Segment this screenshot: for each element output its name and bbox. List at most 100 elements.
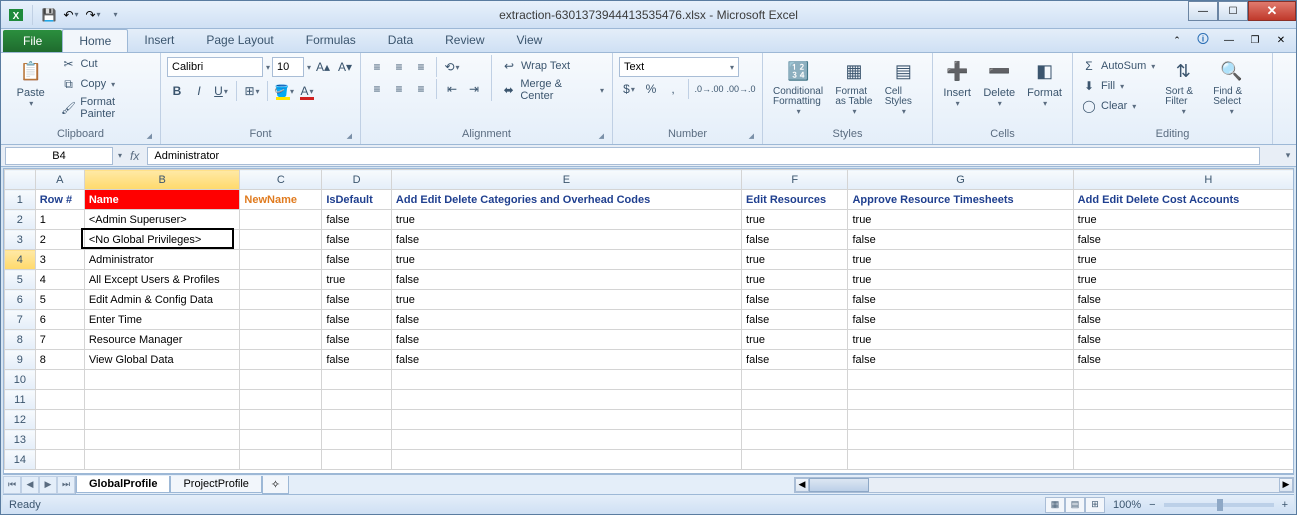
save-icon[interactable]: 💾 (40, 6, 58, 24)
cell[interactable]: Administrator (84, 250, 240, 270)
cell[interactable] (84, 430, 240, 450)
hscroll-left-icon[interactable]: ◀ (795, 478, 809, 492)
col-header-E[interactable]: E (391, 170, 741, 190)
zoom-level[interactable]: 100% (1113, 499, 1141, 511)
align-bottom-icon[interactable]: ≡ (411, 57, 431, 77)
row-header-10[interactable]: 10 (5, 370, 36, 390)
col-header-B[interactable]: B (84, 170, 240, 190)
increase-indent-icon[interactable]: ⇥ (464, 79, 484, 99)
cell-styles-button[interactable]: ▤Cell Styles▾ (881, 55, 926, 118)
font-size-input[interactable] (272, 57, 304, 77)
cell[interactable]: false (322, 210, 392, 230)
redo-icon[interactable]: ↷▾ (84, 6, 102, 24)
cell[interactable] (322, 430, 392, 450)
cell[interactable] (322, 370, 392, 390)
row-header-12[interactable]: 12 (5, 410, 36, 430)
copy-button[interactable]: ⧉Copy▾ (58, 75, 154, 93)
cell[interactable]: 4 (35, 270, 84, 290)
normal-view-icon[interactable]: ▦ (1045, 497, 1065, 513)
font-name-input[interactable] (167, 57, 263, 77)
cell[interactable]: All Except Users & Profiles (84, 270, 240, 290)
file-tab[interactable]: File (3, 30, 62, 52)
sort-filter-button[interactable]: ⇅Sort & Filter▾ (1161, 55, 1205, 118)
fill-button[interactable]: ⬇Fill▾ (1079, 77, 1157, 95)
tab-review[interactable]: Review (429, 29, 500, 52)
cell[interactable] (84, 450, 240, 470)
format-cells-button[interactable]: ◧Format▾ (1023, 55, 1066, 110)
tab-nav-first-icon[interactable]: ⏮ (3, 476, 21, 494)
cell[interactable]: 1 (35, 210, 84, 230)
row-header-2[interactable]: 2 (5, 210, 36, 230)
row-header-8[interactable]: 8 (5, 330, 36, 350)
col-header-H[interactable]: H (1073, 170, 1294, 190)
row-header-11[interactable]: 11 (5, 390, 36, 410)
cell[interactable] (1073, 410, 1294, 430)
cell[interactable] (240, 390, 322, 410)
tab-nav-prev-icon[interactable]: ◀ (21, 476, 39, 494)
cell[interactable]: IsDefault (322, 190, 392, 210)
cell[interactable]: true (848, 330, 1073, 350)
cell[interactable]: 5 (35, 290, 84, 310)
cell[interactable]: false (1073, 310, 1294, 330)
increase-decimal-icon[interactable]: .0→.00 (694, 79, 724, 99)
sheet-tab-globalprofile[interactable]: GlobalProfile (76, 476, 170, 493)
cell[interactable]: 6 (35, 310, 84, 330)
cell[interactable] (84, 370, 240, 390)
align-top-icon[interactable]: ≡ (367, 57, 387, 77)
cell[interactable]: false (1073, 230, 1294, 250)
cell[interactable] (742, 410, 848, 430)
cell[interactable]: true (742, 250, 848, 270)
cell[interactable] (240, 350, 322, 370)
cell[interactable] (84, 410, 240, 430)
cell[interactable]: <No Global Privileges> (84, 230, 240, 250)
orientation-icon[interactable]: ⟲▾ (442, 57, 462, 77)
cut-button[interactable]: ✂Cut (58, 55, 154, 73)
tab-nav-last-icon[interactable]: ⏭ (57, 476, 75, 494)
col-header-A[interactable]: A (35, 170, 84, 190)
col-header-C[interactable]: C (240, 170, 322, 190)
number-format-select[interactable]: Text▾ (619, 57, 739, 77)
cell[interactable]: false (322, 350, 392, 370)
cell[interactable]: false (391, 350, 741, 370)
col-header-D[interactable]: D (322, 170, 392, 190)
row-header-7[interactable]: 7 (5, 310, 36, 330)
cell[interactable]: true (1073, 210, 1294, 230)
workbook-minimize-icon[interactable]: — (1220, 31, 1238, 49)
tab-nav-next-icon[interactable]: ▶ (39, 476, 57, 494)
decrease-indent-icon[interactable]: ⇤ (442, 79, 462, 99)
cell[interactable]: true (742, 330, 848, 350)
align-right-icon[interactable]: ≡ (411, 79, 431, 99)
cell[interactable] (391, 390, 741, 410)
cell[interactable] (35, 370, 84, 390)
cell[interactable]: true (391, 210, 741, 230)
cell[interactable]: View Global Data (84, 350, 240, 370)
conditional-formatting-button[interactable]: 🔢Conditional Formatting▾ (769, 55, 827, 118)
cell[interactable]: true (391, 290, 741, 310)
cell[interactable]: true (322, 270, 392, 290)
hscroll-right-icon[interactable]: ▶ (1279, 478, 1293, 492)
insert-cells-button[interactable]: ➕Insert▾ (939, 55, 975, 110)
cell[interactable]: false (742, 230, 848, 250)
tab-insert[interactable]: Insert (128, 29, 190, 52)
row-header-6[interactable]: 6 (5, 290, 36, 310)
zoom-slider[interactable] (1164, 503, 1274, 507)
cell[interactable] (240, 370, 322, 390)
cell[interactable]: true (848, 210, 1073, 230)
autosum-button[interactable]: ΣAutoSum▾ (1079, 57, 1157, 75)
cell[interactable]: false (391, 310, 741, 330)
comma-format-icon[interactable]: , (663, 79, 683, 99)
cell[interactable]: false (322, 310, 392, 330)
cell[interactable]: Row # (35, 190, 84, 210)
row-header-9[interactable]: 9 (5, 350, 36, 370)
cell[interactable]: Enter Time (84, 310, 240, 330)
cell[interactable]: 3 (35, 250, 84, 270)
undo-icon[interactable]: ↶▾ (62, 6, 80, 24)
hscroll-thumb[interactable] (809, 478, 869, 492)
maximize-button[interactable]: ☐ (1218, 1, 1248, 21)
formula-expand-icon[interactable]: ▾ (1280, 150, 1296, 161)
qat-customize-icon[interactable]: ▾ (106, 6, 124, 24)
cell[interactable]: true (1073, 250, 1294, 270)
cell[interactable]: false (322, 250, 392, 270)
font-size-dropdown[interactable]: ▾ (307, 63, 311, 72)
close-button[interactable]: ✕ (1248, 1, 1296, 21)
